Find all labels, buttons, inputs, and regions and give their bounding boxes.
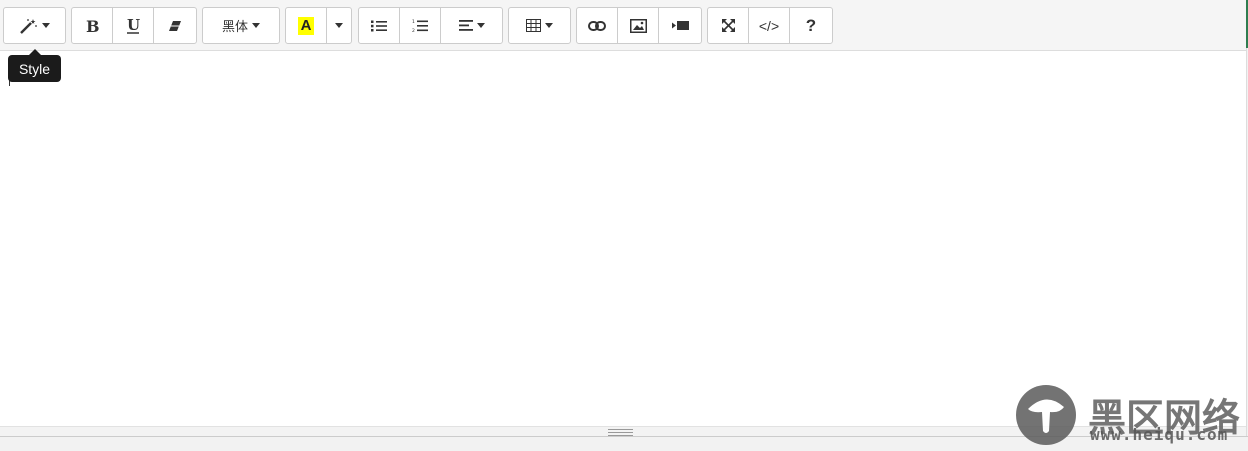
caret-down-icon	[335, 23, 343, 28]
caret-down-icon	[476, 23, 485, 28]
svg-text:U: U	[127, 17, 140, 34]
color-dropdown-button[interactable]	[327, 8, 351, 43]
ordered-list-button[interactable]: 1 2	[400, 8, 441, 43]
font-color-letter: A	[300, 16, 312, 34]
table-group	[508, 7, 571, 44]
ordered-list-icon: 1 2	[412, 19, 428, 33]
caret-down-icon	[545, 23, 553, 28]
link-icon	[588, 20, 606, 31]
style-button[interactable]	[4, 8, 65, 43]
font-name-group: 黑体	[202, 7, 280, 44]
recent-color-button[interactable]: A	[286, 8, 327, 43]
svg-text:1: 1	[412, 19, 415, 25]
caret-down-icon	[252, 23, 260, 28]
style-tooltip: Style	[8, 49, 61, 82]
bold-button[interactable]: B	[72, 8, 113, 43]
toolbar: B U 黑体 A 1 2 </> ?	[0, 0, 1246, 51]
underline-button[interactable]: U	[113, 8, 154, 43]
font-style-group: B U	[71, 7, 197, 44]
magic-wand-icon	[19, 18, 37, 34]
style-tooltip-text: Style	[18, 60, 51, 77]
underline-icon: U	[127, 17, 140, 34]
style-group	[3, 7, 66, 44]
watermark-logo-icon	[1016, 385, 1076, 445]
eraser-icon	[169, 20, 181, 31]
code-icon: </>	[758, 17, 780, 34]
table-button[interactable]	[509, 8, 570, 43]
remove-format-button[interactable]	[154, 8, 196, 43]
video-button[interactable]	[659, 8, 701, 43]
font-color-icon: A	[298, 16, 314, 35]
align-left-icon	[458, 20, 473, 31]
link-button[interactable]	[577, 8, 618, 43]
watermark-url: www.heiqu.com	[1090, 425, 1229, 444]
svg-text:B: B	[86, 18, 99, 34]
help-button[interactable]: ?	[790, 8, 832, 43]
watermark: 黑区网络 www.heiqu.com	[1016, 385, 1246, 447]
bold-icon: B	[86, 18, 99, 34]
font-name-button[interactable]: 黑体	[203, 8, 279, 43]
paragraph-align-button[interactable]	[441, 8, 502, 43]
svg-text:2: 2	[412, 28, 415, 33]
editor: B U 黑体 A 1 2 </> ?	[0, 0, 1247, 437]
color-group: A	[285, 7, 352, 44]
codeview-button[interactable]: </>	[749, 8, 790, 43]
editable-area[interactable]	[0, 51, 1246, 426]
table-icon	[526, 19, 541, 32]
resize-grip-icon[interactable]	[608, 429, 633, 436]
view-group: </> ?	[707, 7, 833, 44]
fullscreen-icon	[721, 19, 735, 32]
help-icon: ?	[805, 15, 817, 35]
caret-down-icon	[41, 23, 50, 28]
video-icon	[671, 21, 689, 30]
unordered-list-button[interactable]	[359, 8, 400, 43]
font-name-label: 黑体	[221, 20, 248, 35]
picture-icon	[629, 18, 647, 33]
unordered-list-icon	[371, 20, 387, 31]
fullscreen-button[interactable]	[708, 8, 749, 43]
insert-group	[576, 7, 702, 44]
picture-button[interactable]	[618, 8, 659, 43]
paragraph-group: 1 2	[358, 7, 503, 44]
